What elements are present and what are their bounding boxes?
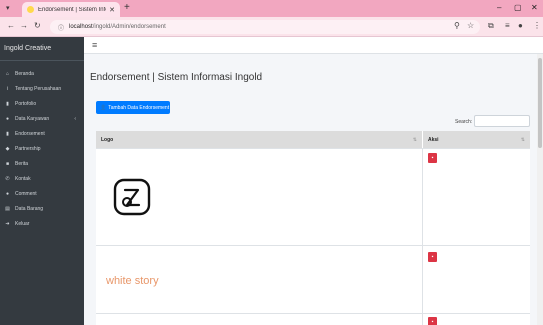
sidebar-item-kontak[interactable]: ✆ Kontak [0,171,84,186]
comment-icon: ● [5,190,10,197]
tab-search-icon[interactable]: ▾ [6,4,10,12]
table-row: white story ▪ [96,245,530,313]
endorsement-logo [100,318,164,325]
close-window-button[interactable]: ✕ [531,3,538,12]
browser-tab[interactable]: Endorsement | Sistem Informa ✕ [22,2,120,17]
delete-button[interactable]: ▪ [428,153,437,163]
sidebar-item-label: Berita [15,160,29,167]
file-icon: ▮ [6,100,9,107]
sidebar: Ingold Creative ⌂ Beranda i Tentang Peru… [0,37,84,325]
add-button-label: Tambah Data Endorsement [108,104,170,111]
news-icon: ■ [5,160,10,167]
new-tab-button[interactable]: + [124,2,130,13]
sidebar-item-label: Portofolio [15,100,37,107]
sidebar-item-label: Comment [15,190,37,197]
sort-icon: ⇅ [412,136,417,143]
hamburger-menu-icon[interactable]: ≡ [92,40,97,50]
sidebar-item-comment[interactable]: ● Comment [0,186,84,201]
sidebar-item-beranda[interactable]: ⌂ Beranda [0,66,84,81]
brand-title[interactable]: Ingold Creative [0,37,84,61]
search-input[interactable] [474,115,530,127]
extensions-icon[interactable]: ⧉ [488,21,494,31]
top-navbar: ≡ [84,37,543,54]
bookmark-star-icon[interactable]: ☆ [467,21,474,30]
back-icon[interactable]: ← [7,21,15,30]
handshake-icon: ◆ [5,145,10,152]
page-scrollbar[interactable] [537,54,543,325]
logout-icon: ➜ [5,220,10,227]
brand-logo-icon [113,178,151,216]
url-path: /ingold/Admin/endorsement [92,24,166,30]
trash-icon: ▪ [431,155,434,161]
info-icon: i [6,85,9,92]
sidebar-item-berita[interactable]: ■ Berita [0,156,84,171]
address-bar: ← → ↻ ⓘ localhost/ingold/Admin/endorseme… [0,17,543,37]
trash-icon: ▪ [431,319,434,325]
add-user-icon: 👤 [100,104,107,111]
sidebar-item-label: Data Barang [15,205,44,212]
maximize-button[interactable]: ▢ [514,3,522,12]
trash-icon: ▪ [431,254,434,260]
table-row: ▪ [96,313,530,325]
browser-menu-icon[interactable]: ⋮ [533,21,541,30]
sidebar-item-tentang-perusahaan[interactable]: i Tentang Perusahaan [0,81,84,96]
scrollbar-thumb[interactable] [538,58,542,148]
chevron-left-icon: ‹ [74,115,76,122]
endorsement-logo-text: white story [106,275,159,287]
search-label: Search: [455,119,473,125]
url-field[interactable]: ⓘ localhost/ingold/Admin/endorsement [50,20,480,34]
tab-close-icon[interactable]: ✕ [109,6,115,14]
browser-tab-bar: ▾ Endorsement | Sistem Informa ✕ + – ▢ ✕ [0,0,543,17]
site-info-icon[interactable]: ⓘ [58,23,64,32]
delete-button[interactable]: ▪ [428,317,437,325]
sidebar-item-label: Endorsement [15,130,45,137]
home-icon: ⌂ [5,70,10,77]
url-host: localhost [69,24,93,30]
favicon-icon [27,6,34,13]
column-header-aksi[interactable]: Aksi ⇅ [423,131,530,148]
page-title: Endorsement | Sistem Informasi Ingold [90,72,263,83]
column-label: Logo [101,136,114,143]
zoom-icon[interactable]: ⚲ [454,21,460,30]
main-content: Endorsement | Sistem Informasi Ingold 👤 … [84,54,543,325]
profile-icon[interactable]: ● [518,21,523,30]
sort-icon: ⇅ [520,136,525,143]
add-endorsement-button[interactable]: 👤 Tambah Data Endorsement [96,101,170,114]
sidebar-item-label: Data Karyawan [15,115,50,122]
sidebar-item-label: Tentang Perusahaan [15,85,62,92]
endorsement-table: Logo ⇅ Aksi ⇅ ▪ white story ▪ ▪ [96,131,530,325]
phone-icon: ✆ [5,175,10,182]
minimize-button[interactable]: – [497,3,501,12]
sidebar-item-label: Kontak [15,175,31,182]
sidebar-item-data-barang[interactable]: ▤ Data Barang [0,201,84,216]
sidebar-item-portofolio[interactable]: ▮ Portofolio [0,96,84,111]
delete-button[interactable]: ▪ [428,252,437,262]
table-row: ▪ [96,148,530,245]
endorsement-logo [100,155,164,239]
users-icon: ● [5,115,10,122]
column-label: Aksi [428,136,439,143]
sidebar-menu: ⌂ Beranda i Tentang Perusahaan ▮ Portofo… [0,61,84,231]
column-header-logo[interactable]: Logo ⇅ [96,131,422,148]
sidebar-item-keluar[interactable]: ➜ Keluar [0,216,84,231]
tab-title: Endorsement | Sistem Informa [38,6,106,13]
table-icon: ▤ [5,205,10,212]
sidebar-item-partnership[interactable]: ◆ Partnership [0,141,84,156]
tab-groups-icon[interactable]: ≡ [505,21,510,30]
sidebar-item-label: Partnership [15,145,41,152]
sidebar-item-data-karyawan[interactable]: ● Data Karyawan ‹ [0,111,84,126]
reload-icon[interactable]: ↻ [34,21,41,30]
sidebar-item-endorsement[interactable]: ▮ Endorsement [0,126,84,141]
document-icon: ▮ [6,130,9,137]
sidebar-item-label: Keluar [15,220,30,227]
forward-icon[interactable]: → [20,21,28,30]
sidebar-item-label: Beranda [15,70,34,77]
